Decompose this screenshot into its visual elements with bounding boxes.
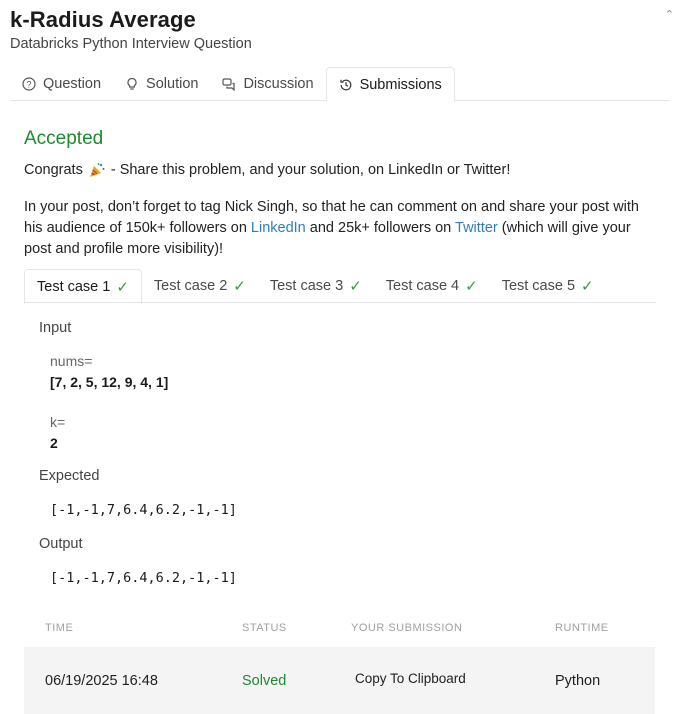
congrats-suffix: - Share this problem, and your solution,… bbox=[110, 162, 511, 178]
copy-to-clipboard-button[interactable]: Copy To Clipboard bbox=[355, 671, 466, 686]
test-case-label: Test case 4 bbox=[385, 278, 460, 294]
input-label: Input bbox=[39, 320, 72, 336]
tab-label: Solution bbox=[146, 76, 199, 92]
collapse-caret-icon[interactable]: ⌃ bbox=[665, 8, 674, 21]
output-value: [-1,-1,7,6.4,6.2,-1,-1] bbox=[50, 570, 237, 586]
party-popper-icon bbox=[89, 162, 105, 177]
share-instructions: In your post, don’t forget to tag Nick S… bbox=[24, 197, 654, 260]
lightbulb-icon bbox=[127, 77, 137, 90]
input-var-name: k= bbox=[50, 414, 66, 430]
tab-test-case-2[interactable]: Test case 2 ✓ bbox=[142, 269, 258, 303]
expected-value: [-1,-1,7,6.4,6.2,-1,-1] bbox=[50, 502, 237, 518]
input-var-value: 2 bbox=[50, 435, 58, 451]
submission-status: Solved bbox=[242, 673, 287, 689]
test-case-label: Test case 1 bbox=[37, 278, 111, 295]
tab-question[interactable]: ? Question bbox=[10, 67, 113, 101]
tab-label: Question bbox=[43, 76, 102, 92]
tab-solution[interactable]: Solution bbox=[113, 67, 210, 101]
linkedin-link[interactable]: LinkedIn bbox=[251, 220, 306, 236]
problem-title: k-Radius Average bbox=[10, 7, 196, 32]
tab-label: Discussion bbox=[243, 76, 314, 92]
chat-bubbles-icon bbox=[222, 78, 236, 91]
check-icon: ✓ bbox=[349, 278, 362, 295]
tab-test-case-1[interactable]: Test case 1 ✓ bbox=[24, 269, 142, 304]
test-case-label: Test case 3 bbox=[269, 278, 344, 294]
share-text-2: and 25k+ followers on bbox=[305, 220, 456, 236]
column-header-status: STATUS bbox=[242, 622, 287, 634]
column-header-time: TIME bbox=[45, 622, 74, 634]
tab-test-case-4[interactable]: Test case 4 ✓ bbox=[374, 269, 490, 303]
question-circle-icon: ? bbox=[22, 77, 36, 91]
table-row: 06/19/2025 16:48 Solved Copy To Clipboar… bbox=[24, 647, 655, 714]
submissions-table-header: TIME STATUS YOUR SUBMISSION RUNTIME bbox=[24, 617, 655, 639]
input-var-value: [7, 2, 5, 12, 9, 4, 1] bbox=[50, 374, 169, 390]
congrats-prefix: Congrats bbox=[24, 162, 83, 178]
test-case-label: Test case 2 bbox=[153, 278, 228, 294]
tab-test-case-5[interactable]: Test case 5 ✓ bbox=[490, 269, 606, 303]
problem-subtitle: Databricks Python Interview Question bbox=[10, 36, 252, 52]
check-icon: ✓ bbox=[465, 278, 478, 295]
expected-label: Expected bbox=[39, 468, 100, 484]
test-case-label: Test case 5 bbox=[501, 278, 576, 294]
history-icon bbox=[339, 79, 351, 90]
input-var-name: nums= bbox=[50, 353, 93, 369]
problem-tabs: ? Question Solution Discussion Submissio… bbox=[10, 67, 670, 102]
tab-label: Submissions bbox=[359, 76, 442, 93]
check-icon: ✓ bbox=[233, 278, 246, 295]
tab-test-case-3[interactable]: Test case 3 ✓ bbox=[258, 269, 374, 303]
submission-time: 06/19/2025 16:48 bbox=[45, 673, 158, 689]
output-label: Output bbox=[39, 536, 83, 552]
accepted-status: Accepted bbox=[24, 128, 104, 149]
twitter-link[interactable]: Twitter bbox=[455, 220, 498, 236]
test-case-tabs: Test case 1 ✓ Test case 2 ✓ Test case 3 ✓ T… bbox=[24, 269, 656, 304]
tab-discussion[interactable]: Discussion bbox=[210, 67, 325, 101]
submission-runtime: Python bbox=[555, 673, 601, 689]
tab-submissions[interactable]: Submissions bbox=[325, 67, 455, 102]
column-header-submission: YOUR SUBMISSION bbox=[351, 622, 463, 634]
congrats-message: Congrats - Share this problem, and your … bbox=[24, 161, 510, 179]
svg-text:?: ? bbox=[26, 79, 31, 89]
check-icon: ✓ bbox=[116, 278, 129, 296]
check-icon: ✓ bbox=[581, 278, 594, 295]
column-header-runtime: RUNTIME bbox=[555, 622, 609, 634]
